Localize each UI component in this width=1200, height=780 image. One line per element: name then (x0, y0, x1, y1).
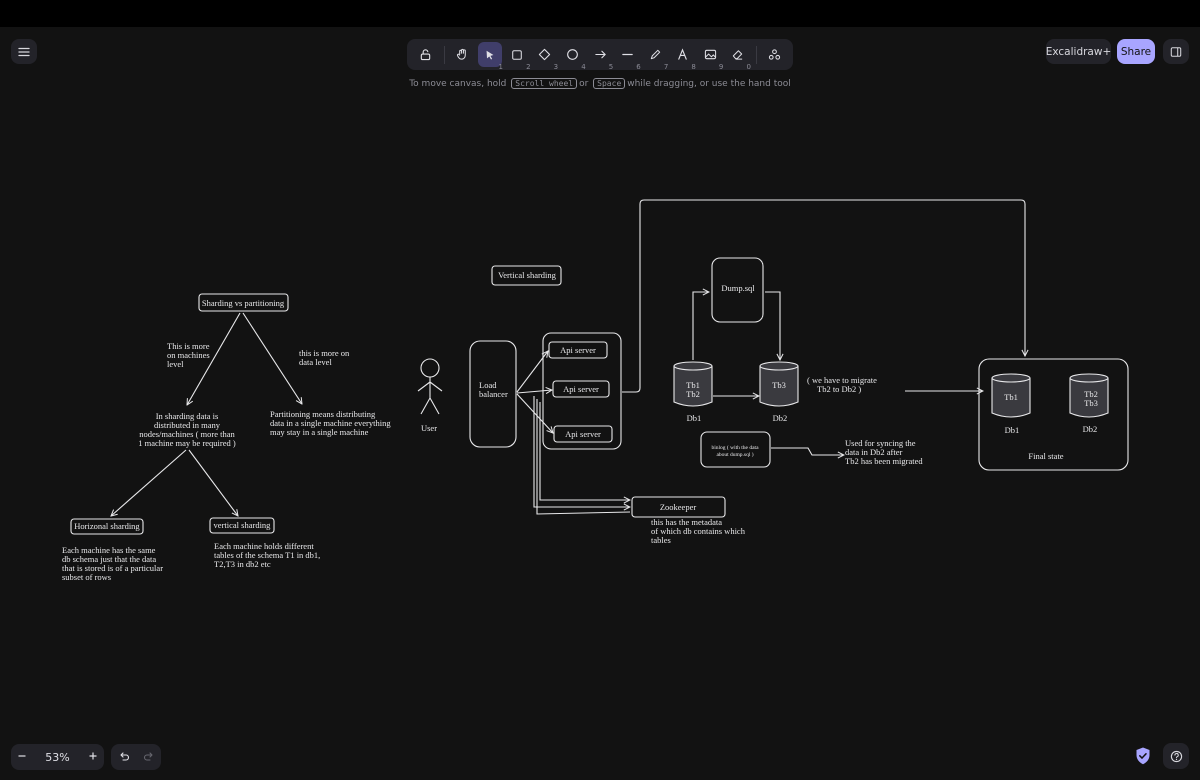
api-server-text: Api server (560, 345, 596, 355)
load-balancer-text: balancer (479, 389, 508, 399)
help-button[interactable] (1163, 743, 1189, 769)
arrow[interactable] (539, 402, 630, 500)
binlog-text: about dump.sql ) (716, 451, 753, 458)
help-icon (1170, 750, 1182, 762)
note-text: 1 machine may be required ) (138, 438, 236, 448)
table-label: Tb1 (1004, 392, 1018, 402)
note-text: tables (651, 535, 671, 545)
arrow[interactable] (516, 390, 552, 393)
arrow[interactable] (188, 449, 238, 516)
note-text: level (167, 359, 184, 369)
note-text: data level (299, 357, 332, 367)
arrow[interactable] (765, 291, 780, 360)
db-label: Db2 (773, 413, 788, 423)
minus-icon (18, 754, 26, 757)
table-label: Tb3 (772, 380, 786, 390)
note-text: may stay in a single machine (270, 427, 369, 437)
zookeeper-text: Zookeeper (660, 502, 697, 512)
drawing-canvas[interactable]: Sharding vs partitioning This is more on… (0, 0, 1200, 780)
note-text: subset of rows (62, 572, 111, 582)
db-label: Db1 (1005, 425, 1020, 435)
arrow[interactable] (111, 449, 187, 516)
zoom-reset-button[interactable]: 53% (45, 751, 69, 764)
api-server-text: Api server (563, 384, 599, 394)
shield-badge[interactable] (1134, 746, 1152, 766)
redo-icon (143, 751, 153, 761)
undo-redo-controls (111, 744, 161, 770)
zoom-controls: 53% (11, 744, 104, 770)
sharding-title-text: Sharding vs partitioning (202, 298, 285, 308)
zoom-out-button[interactable] (17, 750, 27, 765)
vertical-sharding-title-text: Vertical sharding (498, 270, 557, 280)
undo-icon (119, 751, 129, 761)
arrow[interactable] (242, 312, 302, 404)
table-label: Tb2 (686, 389, 700, 399)
db-label: Db1 (687, 413, 702, 423)
arrow[interactable] (516, 393, 553, 433)
dump-sql-text: Dump.sql (721, 283, 755, 293)
vertical-sharding-text: vertical sharding (214, 520, 272, 530)
arrow[interactable] (771, 447, 844, 455)
zoom-in-button[interactable] (88, 751, 98, 764)
user-stick-figure[interactable] (417, 358, 443, 415)
binlog-text: binlog ( with the data (711, 444, 759, 451)
api-server-text: Api server (565, 429, 601, 439)
final-state-text: Final state (1028, 451, 1063, 461)
user-label: User (421, 423, 437, 433)
plus-icon (89, 752, 97, 759)
undo-button[interactable] (118, 748, 130, 767)
arrow[interactable] (533, 396, 630, 507)
db-label: Db2 (1083, 424, 1098, 434)
note-text: T2,T3 in db2 etc (214, 559, 271, 569)
redo-button[interactable] (143, 748, 155, 767)
note-text: Tb2 to Db2 ) (817, 384, 861, 394)
horizontal-sharding-text: Horizonal sharding (74, 521, 140, 531)
table-label: Tb3 (1084, 398, 1098, 408)
arrow[interactable] (536, 399, 631, 515)
arrow[interactable] (692, 292, 709, 360)
shield-check-icon (1136, 747, 1150, 765)
note-text: Tb2 has been migrated (845, 456, 923, 466)
